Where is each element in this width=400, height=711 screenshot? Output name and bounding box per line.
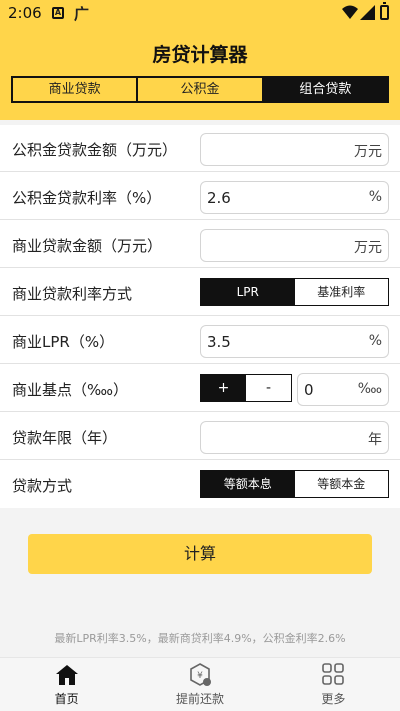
notification-app-icon: 广 — [74, 5, 90, 23]
svg-text:¥: ¥ — [197, 671, 203, 681]
lpr-input[interactable]: 3.5 % — [200, 325, 389, 358]
rate-mode-toggle: LPR 基准利率 — [200, 278, 389, 306]
fund-rate-value: 2.6 — [207, 189, 231, 207]
basis-points-unit: ‱ — [357, 381, 382, 397]
repay-method-toggle: 等额本息 等额本金 — [200, 470, 389, 498]
coin-badge-icon: ¥ — [190, 663, 211, 686]
tab-housing-fund[interactable]: 公积金 — [136, 78, 261, 101]
notification-a-icon: A — [52, 7, 64, 19]
fund-rate-label: 公积金贷款利率（%） — [12, 189, 162, 207]
signal-icon — [360, 5, 375, 20]
fund-amount-input[interactable]: 万元 — [200, 133, 389, 166]
fund-amount-row: 公积金贷款金额（万元） 万元 — [0, 125, 400, 172]
years-label: 贷款年限（年） — [12, 429, 118, 447]
page-title: 房贷计算器 — [152, 44, 248, 66]
commercial-amount-row: 商业贷款金额（万元） 万元 — [0, 221, 400, 268]
basis-points-row: 商业基点（‱） + - 0 ‱ — [0, 365, 400, 412]
fund-amount-unit: 万元 — [354, 144, 382, 160]
wifi-icon — [342, 5, 358, 19]
lpr-row: 商业LPR（%） 3.5 % — [0, 317, 400, 364]
loan-form: 公积金贷款金额（万元） 万元 公积金贷款利率（%） 2.6 % 商业贷款金额（万… — [0, 125, 400, 508]
home-icon — [55, 665, 78, 685]
fund-rate-input[interactable]: 2.6 % — [200, 181, 389, 214]
fund-amount-label: 公积金贷款金额（万元） — [12, 141, 178, 159]
rate-mode-lpr-option[interactable]: LPR — [201, 279, 295, 305]
lpr-unit: % — [368, 333, 382, 349]
basis-points-label: 商业基点（‱） — [12, 381, 129, 399]
rate-mode-benchmark-option[interactable]: 基准利率 — [295, 279, 389, 305]
nav-home-label: 首页 — [54, 692, 79, 706]
nav-more[interactable]: 更多 — [267, 658, 400, 711]
nav-home[interactable]: 首页 — [0, 658, 133, 711]
basis-points-value: 0 — [304, 381, 314, 399]
fund-rate-row: 公积金贷款利率（%） 2.6 % — [0, 173, 400, 220]
commercial-amount-input[interactable]: 万元 — [200, 229, 389, 262]
rate-mode-row: 商业贷款利率方式 LPR 基准利率 — [0, 269, 400, 316]
basis-points-input[interactable]: 0 ‱ — [297, 373, 389, 406]
years-unit: 年 — [368, 432, 382, 448]
status-bar: 2:06 A 广 — [0, 0, 400, 28]
battery-icon — [380, 2, 389, 20]
plus-button[interactable]: + — [201, 375, 246, 401]
years-input[interactable]: 年 — [200, 421, 389, 454]
bottom-nav: 首页 ¥ 提前还款 更多 — [0, 657, 400, 711]
loan-type-tabs: 商业贷款 公积金 组合贷款 — [11, 76, 389, 103]
tab-commercial-loan[interactable]: 商业贷款 — [13, 78, 136, 101]
equal-principal-option[interactable]: 等额本金 — [295, 471, 389, 497]
fund-rate-unit: % — [368, 189, 382, 205]
nav-prepay-label: 提前还款 — [175, 692, 224, 706]
lpr-label: 商业LPR（%） — [12, 333, 115, 351]
commercial-amount-label: 商业贷款金额（万元） — [12, 237, 163, 255]
nav-prepay[interactable]: ¥ 提前还款 — [133, 658, 266, 711]
rate-info-note: 最新LPR利率3.5%，最新商贷利率4.9%，公积金利率2.6% — [54, 632, 346, 645]
basis-points-sign-toggle: + - — [200, 374, 292, 402]
equal-installment-option[interactable]: 等额本息 — [201, 471, 295, 497]
repay-method-label: 贷款方式 — [12, 477, 73, 495]
nav-more-label: 更多 — [321, 692, 346, 706]
calculate-button[interactable]: 计算 — [28, 534, 372, 574]
lpr-value: 3.5 — [207, 333, 231, 351]
minus-button[interactable]: - — [246, 375, 291, 401]
grid-icon — [322, 663, 345, 685]
header-bar: 2:06 A 广 房贷计算器 商业贷款 公积金 组合贷款 — [0, 0, 400, 120]
repay-method-row: 贷款方式 等额本息 等额本金 — [0, 461, 400, 508]
tab-combined-loan[interactable]: 组合贷款 — [261, 78, 387, 101]
years-row: 贷款年限（年） 年 — [0, 413, 400, 460]
status-time: 2:06 — [8, 4, 42, 22]
commercial-amount-unit: 万元 — [354, 240, 382, 256]
rate-mode-label: 商业贷款利率方式 — [12, 285, 133, 303]
